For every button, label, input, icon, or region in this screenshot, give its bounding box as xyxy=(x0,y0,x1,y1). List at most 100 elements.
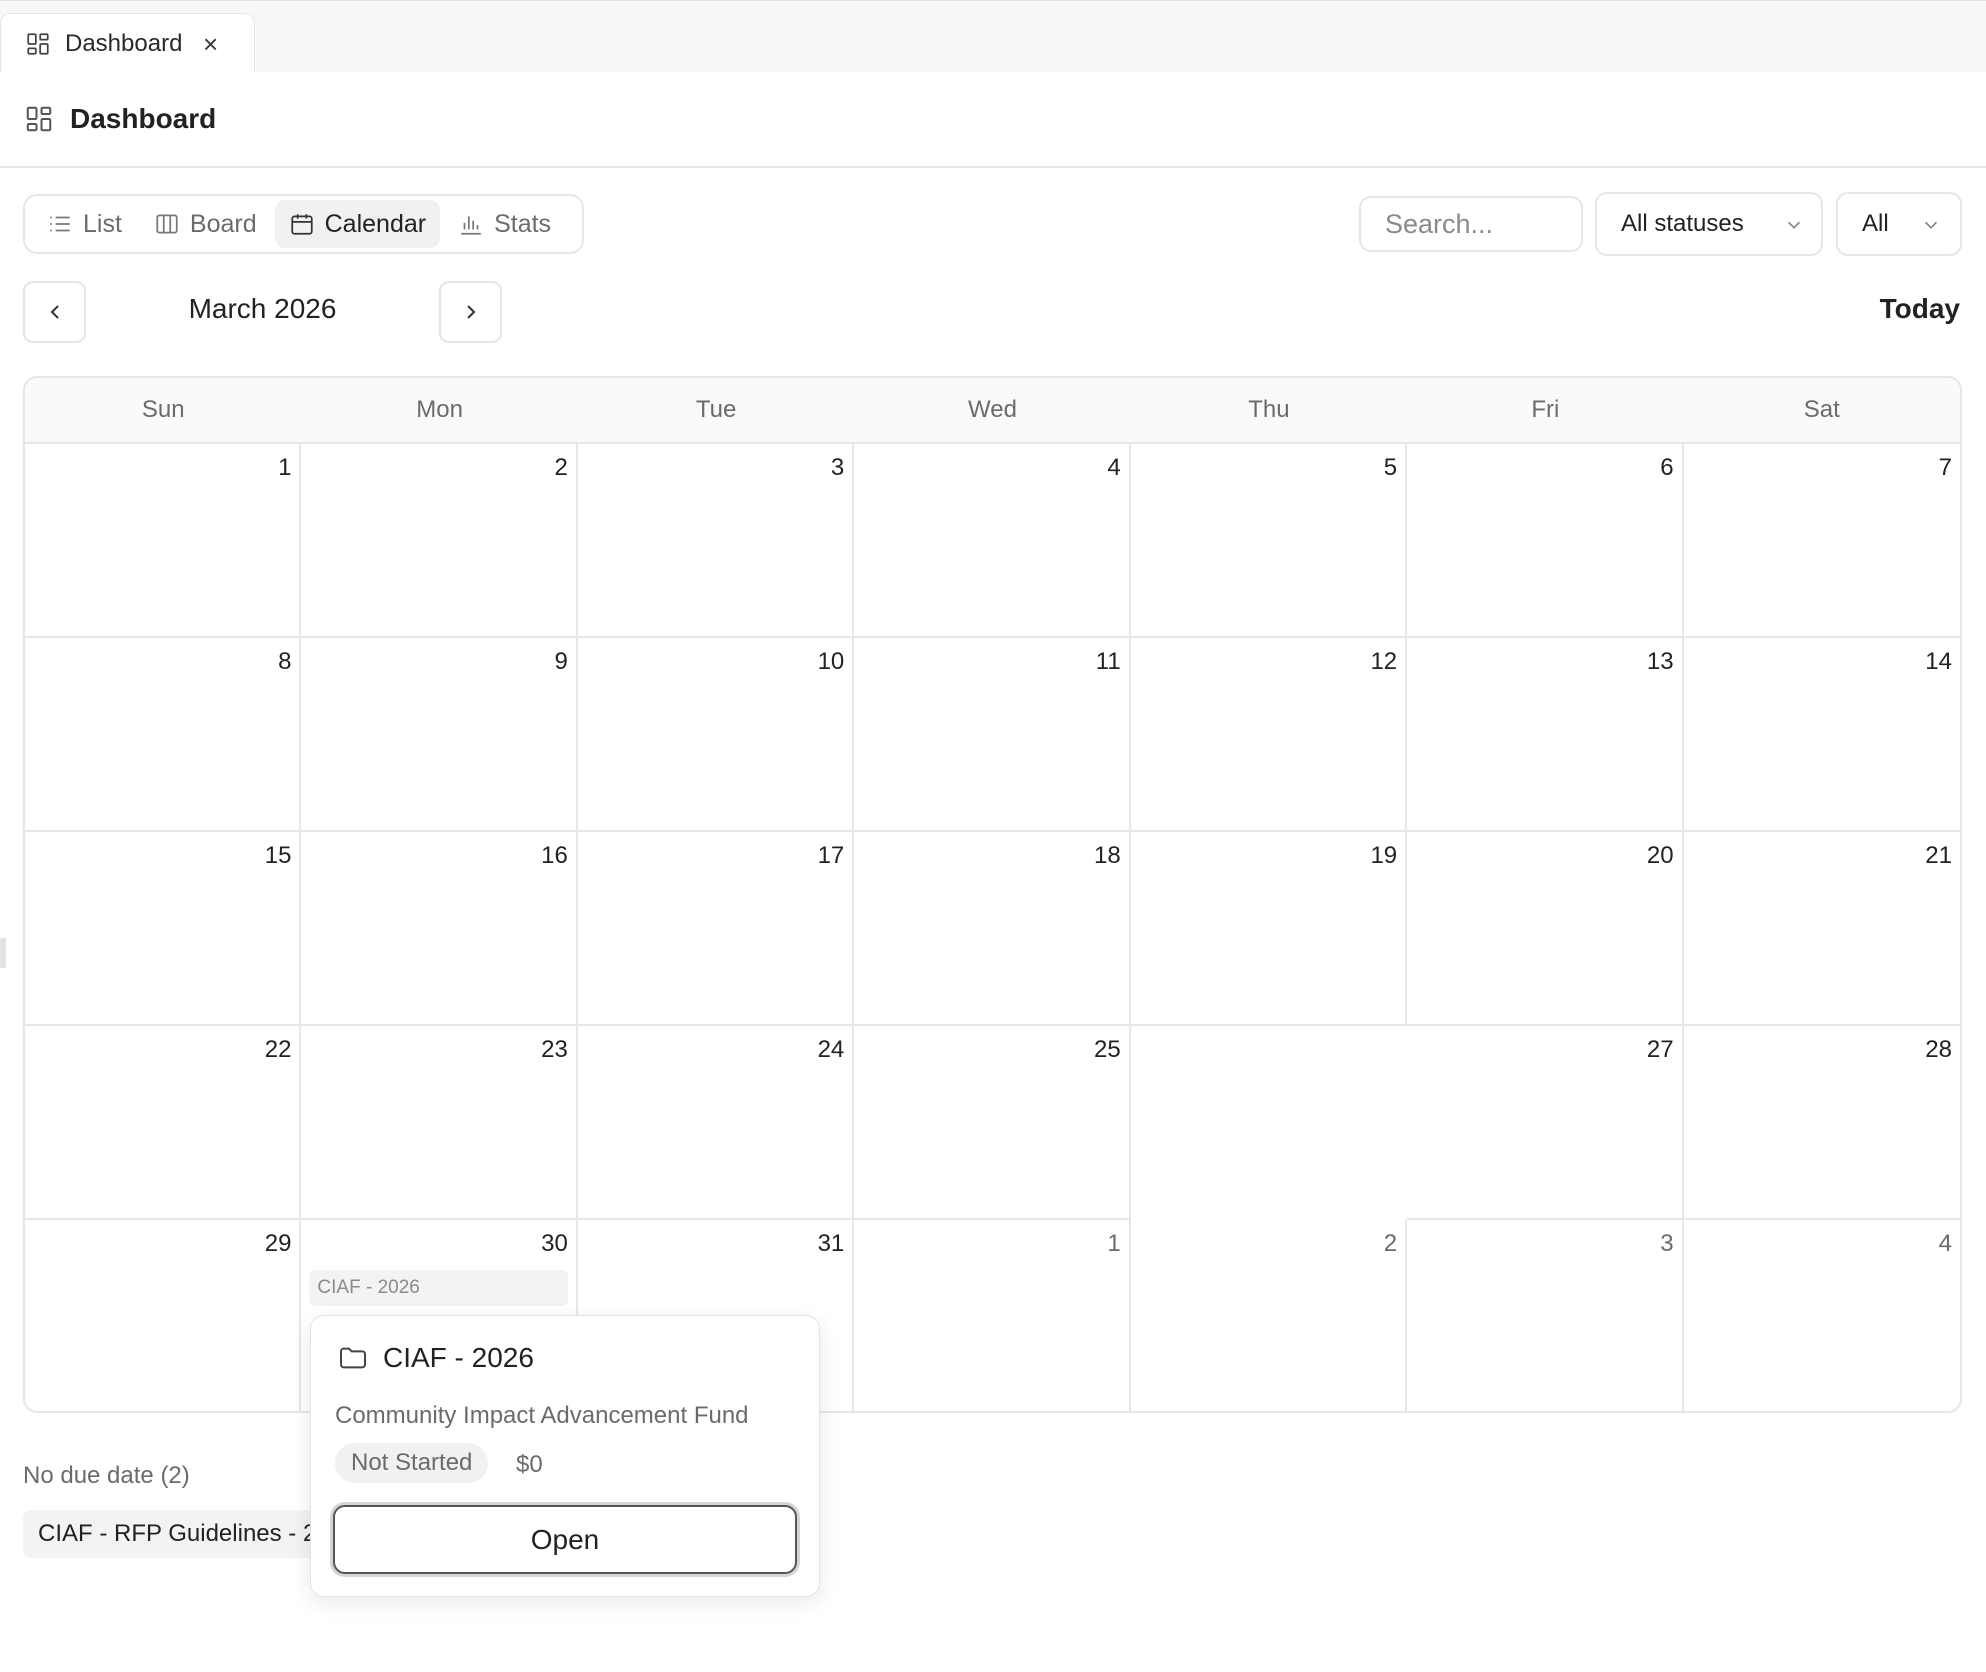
chevron-left-icon xyxy=(50,305,59,319)
weekday-label: Tue xyxy=(695,396,737,423)
tab-strip: Dashboard × xyxy=(0,0,1986,73)
event-popover: CIAF - 2026 Community Impact Advancement… xyxy=(310,1315,820,1597)
calendar-day-next-month[interactable]: 2 xyxy=(1131,1220,1408,1411)
calendar-day[interactable]: 22 xyxy=(25,1026,302,1220)
calendar-day[interactable]: 3 xyxy=(577,444,855,638)
month-label: March 2026 xyxy=(188,293,337,324)
calendar-weeks: 1 2 3 4 5 6 7 8 9 10 11 12 13 14 15 16 1… xyxy=(25,444,1960,1411)
day-number: 29 xyxy=(264,1230,292,1257)
calendar-day[interactable]: 12 xyxy=(1130,638,1408,832)
view-list-button[interactable]: List xyxy=(33,200,136,248)
type-filter-value: All xyxy=(1862,210,1889,237)
day-number: 30 xyxy=(541,1230,568,1257)
type-filter-select[interactable]: All xyxy=(1836,192,1962,256)
calendar-day[interactable]: 16 xyxy=(301,832,578,1026)
calendar-day[interactable]: 11 xyxy=(854,638,1131,832)
popover-title-text: CIAF - 2026 xyxy=(383,1342,534,1373)
close-icon[interactable]: × xyxy=(203,31,218,57)
calendar-icon xyxy=(291,214,313,235)
calendar-day[interactable]: 20 xyxy=(1407,832,1684,1026)
calendar-day[interactable]: 6 xyxy=(1407,444,1684,638)
calendar-day[interactable]: 2 xyxy=(301,444,578,638)
day-number: 1 xyxy=(278,454,292,481)
day-number: 15 xyxy=(264,842,292,869)
calendar-day[interactable]: 25 xyxy=(854,1026,1131,1220)
view-stats-label: Stats xyxy=(494,209,552,238)
calendar-day[interactable]: 28 xyxy=(1683,1026,1960,1220)
day-number: 16 xyxy=(541,842,568,869)
folder-icon xyxy=(340,1347,366,1369)
calendar-day-next-month[interactable]: 3 xyxy=(1407,1220,1684,1411)
calendar-day[interactable]: 18 xyxy=(854,832,1131,1026)
calendar-day[interactable]: 29 xyxy=(25,1220,302,1411)
weekday-header: Sun Mon Tue Wed Thu Fri Sat xyxy=(25,378,1960,444)
day-number: 6 xyxy=(1660,454,1674,481)
day-number: 14 xyxy=(1925,648,1952,675)
calendar-day[interactable]: 21 xyxy=(1683,832,1960,1026)
calendar-day[interactable]: 9 xyxy=(301,638,578,832)
search-input[interactable] xyxy=(1359,196,1583,252)
popover-description: Community Impact Advancement Fund xyxy=(335,1402,749,1429)
view-stats-button[interactable]: Stats xyxy=(444,200,565,248)
weekday-label: Sun xyxy=(141,396,185,423)
day-number: 4 xyxy=(1107,454,1121,481)
chevron-down-icon xyxy=(1924,221,1938,229)
view-list-label: List xyxy=(83,209,122,238)
no-due-date-heading: No due date (2) xyxy=(23,1462,190,1489)
weekday-label: Mon xyxy=(416,396,463,423)
prev-month-button[interactable] xyxy=(23,281,86,343)
day-number: 10 xyxy=(817,648,845,675)
next-month-button[interactable] xyxy=(439,281,502,343)
dashboard-icon xyxy=(26,106,52,132)
day-number: 24 xyxy=(817,1036,845,1063)
calendar-day[interactable]: 23 xyxy=(301,1026,578,1220)
no-due-date-item[interactable]: CIAF - RFP Guidelines - 2 xyxy=(23,1510,323,1558)
chevron-down-icon xyxy=(1787,221,1801,229)
calendar-day[interactable]: 19 xyxy=(1130,832,1408,1026)
calendar-day[interactable]: 1 xyxy=(25,444,302,638)
calendar-day[interactable]: 8 xyxy=(25,638,302,832)
status-filter-value: All statuses xyxy=(1621,210,1744,237)
day-number: 7 xyxy=(1938,454,1952,481)
day-number: 4 xyxy=(1938,1230,1952,1257)
calendar-day[interactable]: 27 xyxy=(1407,1026,1684,1220)
weekday-label: Fri xyxy=(1531,396,1560,423)
day-number: 17 xyxy=(817,842,845,869)
page-header: Dashboard xyxy=(0,72,1986,168)
calendar-day[interactable]: 24 xyxy=(577,1026,855,1220)
calendar-day[interactable]: 14 xyxy=(1683,638,1960,832)
day-number: 11 xyxy=(1095,648,1121,675)
open-button[interactable]: Open xyxy=(333,1505,797,1574)
page-title: Dashboard xyxy=(70,103,217,134)
chevron-right-icon xyxy=(466,305,475,319)
list-icon xyxy=(50,216,70,232)
day-number: 22 xyxy=(264,1036,292,1063)
day-number: 19 xyxy=(1370,842,1398,869)
view-board-button[interactable]: Board xyxy=(140,200,271,248)
calendar-day[interactable]: 4 xyxy=(854,444,1131,638)
tab-dashboard[interactable]: Dashboard × xyxy=(0,13,255,73)
calendar-day-next-month[interactable]: 4 xyxy=(1684,1220,1960,1411)
calendar-day[interactable]: 17 xyxy=(577,832,855,1026)
day-number: 2 xyxy=(1383,1230,1398,1257)
calendar-day[interactable]: 15 xyxy=(25,832,302,1026)
calendar-day[interactable]: 13 xyxy=(1407,638,1684,832)
calendar-grid: Sun Mon Tue Wed Thu Fri Sat 1 2 3 4 5 6 … xyxy=(23,376,1962,1413)
view-calendar-button[interactable]: Calendar xyxy=(274,200,441,248)
calendar-event[interactable]: CIAF - 2026 xyxy=(309,1270,568,1306)
side-panel-handle[interactable] xyxy=(0,938,6,968)
day-number: 18 xyxy=(1094,842,1121,869)
calendar-day[interactable]: 7 xyxy=(1683,444,1960,638)
calendar-day-next-month[interactable]: 1 xyxy=(854,1220,1131,1411)
day-number: 31 xyxy=(817,1230,845,1257)
calendar-day[interactable]: 5 xyxy=(1130,444,1408,638)
day-number: 25 xyxy=(1094,1036,1121,1063)
status-badge: Not Started xyxy=(335,1443,489,1483)
today-button[interactable]: Today xyxy=(1840,293,1960,325)
day-number: 5 xyxy=(1383,454,1398,481)
tab-label: Dashboard xyxy=(65,29,183,57)
status-filter-select[interactable]: All statuses xyxy=(1595,192,1823,256)
day-number: 12 xyxy=(1370,648,1398,675)
calendar-day[interactable]: 10 xyxy=(577,638,855,832)
day-number: 28 xyxy=(1925,1036,1952,1063)
